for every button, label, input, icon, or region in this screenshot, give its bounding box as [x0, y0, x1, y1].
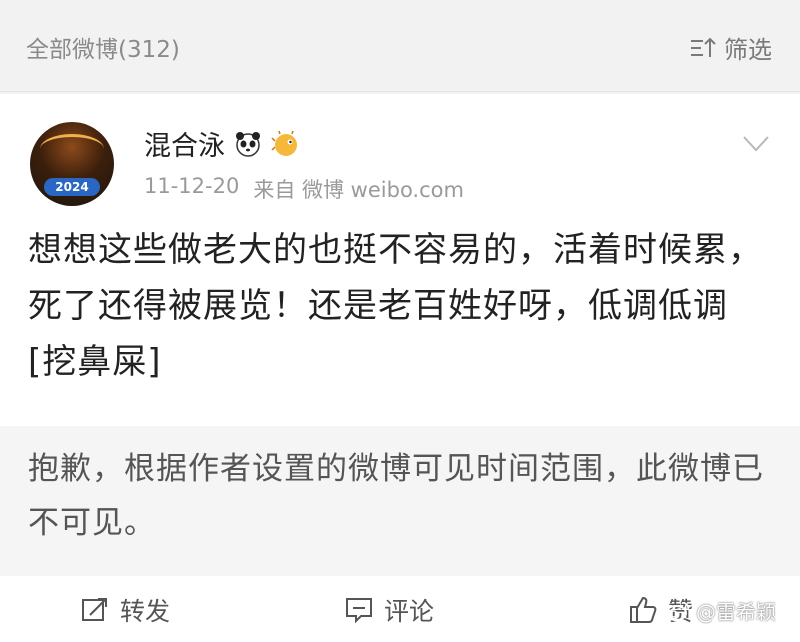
- feed-header: 全部微博(312) 筛选: [0, 0, 800, 92]
- avatar[interactable]: 2024: [30, 122, 114, 206]
- post-source: 来自 微博 weibo.com: [253, 178, 464, 202]
- post-body: 想想这些做老大的也挺不容易的，活着时候累，死了还得被展览！还是老百姓好呀，低调低…: [28, 230, 763, 382]
- post-meta: 11-12-20 来自 微博 weibo.com: [144, 174, 464, 204]
- thumbs-up-icon: [630, 596, 657, 623]
- panda-emoji-icon: [236, 131, 260, 157]
- avatar-year-badge: 2024: [44, 178, 100, 196]
- repost-label: 转发: [120, 597, 171, 626]
- watermark: @雷希颖: [664, 596, 776, 625]
- comment-icon: [346, 598, 372, 624]
- unavailable-notice: 抱歉，根据作者设置的微博可见时间范围，此微博已不可见。: [0, 426, 800, 576]
- weibo-logo-icon: [665, 601, 689, 621]
- repost-icon: [82, 598, 107, 621]
- comment-label: 评论: [384, 597, 435, 626]
- post-card: 2024 混合泳 11-12-20 来自 微博 weibo.com 想想这些做老…: [0, 94, 800, 426]
- puffer-fish-emoji-icon: [271, 130, 297, 156]
- post-date: 11-12-20: [144, 174, 240, 198]
- filter-icon: [691, 37, 716, 57]
- comment-button[interactable]: 评论: [344, 592, 434, 628]
- repost-button[interactable]: 转发: [80, 592, 170, 628]
- avatar-decoration: [40, 134, 104, 164]
- filter-button[interactable]: 筛选: [688, 30, 772, 65]
- post-count-label: 全部微博(312): [26, 37, 180, 63]
- chevron-down-icon[interactable]: [742, 134, 770, 154]
- notice-text: 抱歉，根据作者设置的微博可见时间范围，此微博已不可见。: [28, 451, 764, 541]
- post-author[interactable]: 混合泳: [144, 124, 301, 163]
- filter-label: 筛选: [724, 36, 772, 64]
- username[interactable]: 混合泳: [144, 124, 225, 163]
- watermark-text: @雷希颖: [696, 600, 776, 624]
